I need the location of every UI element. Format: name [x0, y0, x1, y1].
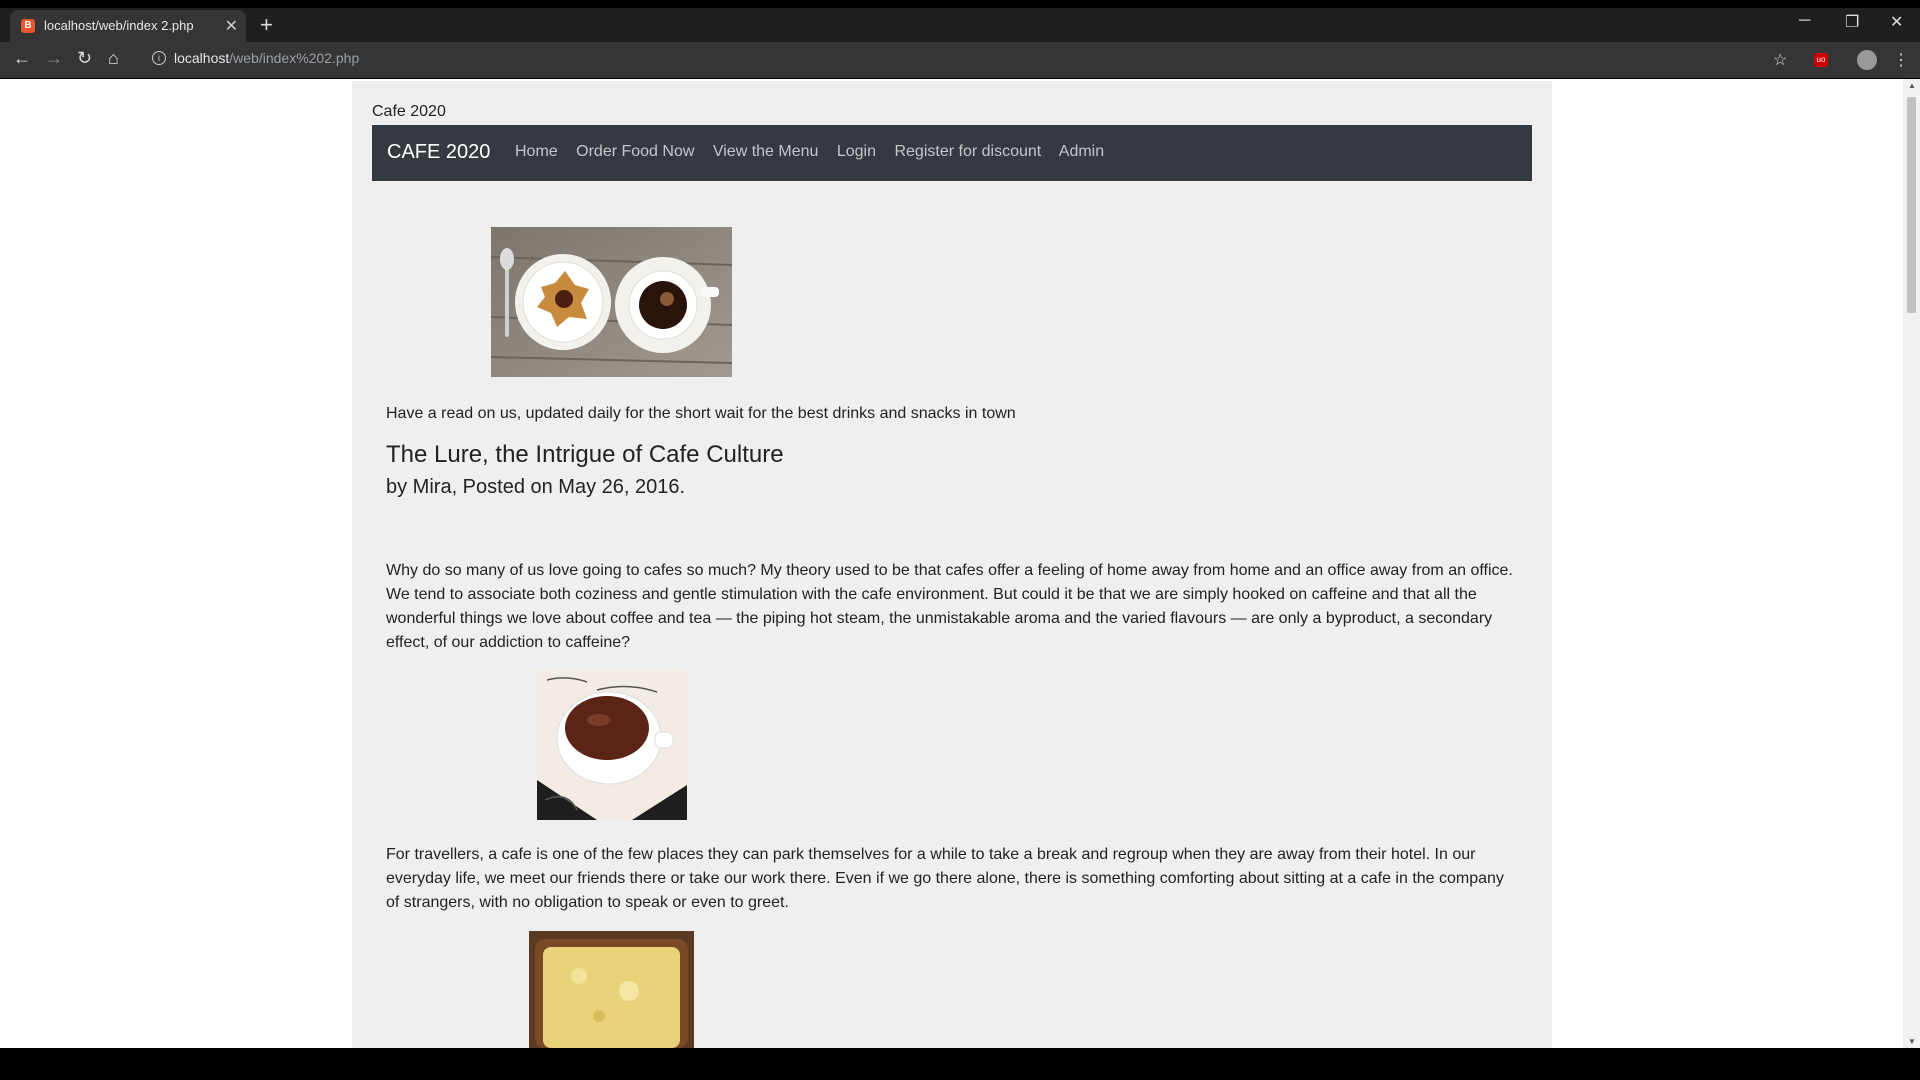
- url-path: /web/index%202.php: [229, 50, 360, 66]
- favicon-icon: B: [21, 19, 35, 33]
- page-viewport: Cafe 2020 CAFE 2020 Home Order Food Now …: [0, 79, 1903, 1048]
- article-title: The Lure, the Intrigue of Cafe Culture: [386, 441, 784, 468]
- screen-bottom-bar: [0, 1048, 1920, 1080]
- forward-icon[interactable]: →: [45, 48, 63, 69]
- nav-link-login[interactable]: Login: [837, 143, 876, 160]
- tab-title: localhost/web/index 2.php: [44, 18, 194, 33]
- nav-link-home[interactable]: Home: [515, 143, 558, 160]
- nav-link-register[interactable]: Register for discount: [894, 143, 1041, 160]
- back-icon[interactable]: ←: [13, 48, 31, 69]
- nav-links: Home Order Food Now View the Menu Login …: [515, 143, 1118, 161]
- nav-link-order-food[interactable]: Order Food Now: [576, 143, 694, 160]
- vertical-scrollbar[interactable]: ▲ ▼: [1903, 79, 1920, 1048]
- address-bar[interactable]: localhost/web/index%202.php: [174, 50, 359, 66]
- article-byline: by Mira, Posted on May 26, 2016.: [386, 476, 686, 498]
- article-paragraph-1: Why do so many of us love going to cafes…: [386, 562, 1513, 651]
- page-container: Cafe 2020 CAFE 2020 Home Order Food Now …: [352, 81, 1552, 1048]
- reload-icon[interactable]: ↻: [77, 48, 92, 69]
- site-info-icon[interactable]: i: [152, 51, 166, 65]
- scroll-down-icon[interactable]: ▼: [1908, 1037, 1916, 1046]
- nav-link-view-menu[interactable]: View the Menu: [713, 143, 819, 160]
- new-tab-button[interactable]: +: [260, 14, 273, 36]
- nav-link-admin[interactable]: Admin: [1059, 143, 1104, 160]
- url-host: localhost: [174, 50, 230, 66]
- hot-chocolate-image: [537, 670, 687, 820]
- profile-avatar-icon[interactable]: [1857, 50, 1877, 70]
- restore-icon[interactable]: ❐: [1845, 12, 1859, 32]
- site-title: Cafe 2020: [372, 103, 446, 120]
- extension-icon[interactable]: uo: [1814, 53, 1828, 67]
- close-tab-icon[interactable]: ✕: [225, 16, 238, 36]
- navbar: CAFE 2020 Home Order Food Now View the M…: [372, 125, 1532, 181]
- article-paragraph-2: For travellers, a cafe is one of the few…: [386, 846, 1504, 911]
- tab-strip: B localhost/web/index 2.php ✕ + ─ ❐ ✕: [0, 8, 1920, 42]
- pastry-image: [529, 931, 694, 1048]
- navbar-brand[interactable]: CAFE 2020: [387, 141, 490, 164]
- scroll-up-icon[interactable]: ▲: [1908, 81, 1916, 90]
- browser-toolbar: ← → ↻ ⌂ i localhost/web/index%202.php ☆ …: [0, 42, 1920, 78]
- browser-tab[interactable]: B localhost/web/index 2.php ✕: [10, 10, 246, 42]
- scrollbar-thumb[interactable]: [1907, 97, 1916, 313]
- window-close-icon[interactable]: ✕: [1890, 12, 1903, 32]
- hero-image: [491, 227, 732, 377]
- bookmark-star-icon[interactable]: ☆: [1773, 50, 1787, 70]
- home-icon[interactable]: ⌂: [108, 48, 119, 69]
- tagline: Have a read on us, updated daily for the…: [386, 405, 1016, 422]
- menu-icon[interactable]: ⋮: [1893, 50, 1909, 70]
- minimize-icon[interactable]: ─: [1799, 12, 1810, 30]
